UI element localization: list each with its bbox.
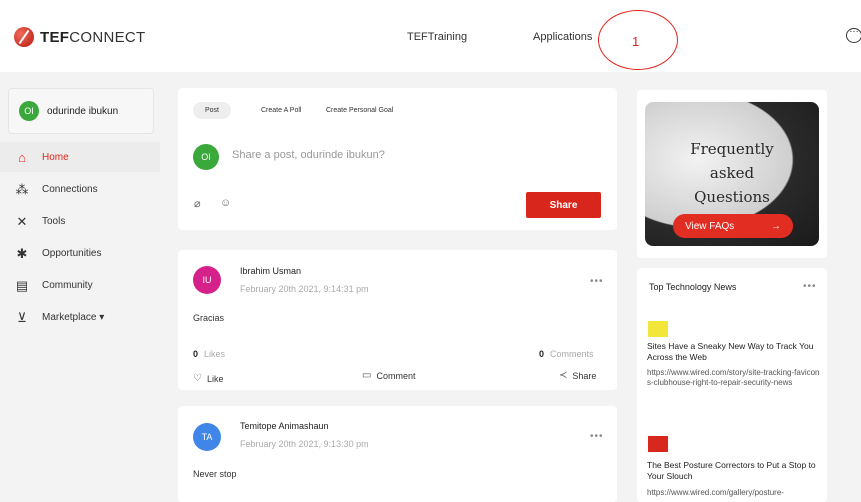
sidebar-item-tools[interactable]: ✕ Tools <box>0 206 160 236</box>
heart-icon: ♡ <box>193 373 202 384</box>
faq-line: Questions <box>694 188 770 206</box>
sidebar-item-home[interactable]: ⌂ Home <box>0 142 160 172</box>
post-author[interactable]: Ibrahim Usman <box>240 266 301 276</box>
chat-icon[interactable] <box>846 24 861 43</box>
tools-icon: ✕ <box>16 213 28 229</box>
tab-create-goal[interactable]: Create Personal Goal <box>326 107 393 114</box>
share-icon: ≺ <box>559 370 568 381</box>
community-icon: ▤ <box>15 277 29 293</box>
news-url[interactable]: https://www.wired.com/gallery/posture- <box>647 488 823 498</box>
logo-text-light: CONNECT <box>69 28 146 46</box>
sidebar-item-community[interactable]: ▤ Community <box>0 270 160 300</box>
user-name: odurinde ibukun <box>47 105 119 117</box>
opportunities-icon: ✱ <box>16 245 28 261</box>
likes-number: 0 <box>193 349 199 359</box>
post-avatar[interactable]: IU <box>193 266 221 294</box>
view-faqs-label: View FAQs <box>685 220 735 232</box>
comment-button[interactable]: ▭ Comment <box>362 370 415 381</box>
composer-avatar: OI <box>193 144 219 170</box>
sidebar-item-label: Marketplace ▾ <box>42 311 105 323</box>
like-label: Like <box>206 373 224 384</box>
likes-label: Likes <box>204 349 226 359</box>
top-bar: TEFCONNECT TEFTraining Applications 1 <box>0 0 861 72</box>
arrow-right-icon: → <box>771 220 781 232</box>
user-avatar: OI <box>19 101 39 121</box>
logo-text-bold: TEF <box>40 28 70 46</box>
faq-line: Frequently <box>690 140 774 158</box>
news-thumbnail[interactable] <box>648 321 668 337</box>
news-thumbnail[interactable] <box>648 436 668 452</box>
share-post-button[interactable]: ≺ Share <box>559 370 596 381</box>
post-timestamp: February 20th 2021, 9:14:31 pm <box>240 284 369 294</box>
tefconnect-logo[interactable]: TEFCONNECT <box>14 27 146 47</box>
annotation-number: 1 <box>632 34 640 49</box>
news-url[interactable]: https://www.wired.com/story/site-trackin… <box>647 368 823 388</box>
share-button[interactable]: Share <box>526 192 601 218</box>
faq-banner-image[interactable]: Frequently asked Questions View FAQs → <box>645 102 819 246</box>
comments-number: 0 <box>539 349 545 359</box>
post-text: Gracias <box>193 313 225 323</box>
comments-count[interactable]: 0 Comments <box>539 349 594 359</box>
sidebar-item-connections[interactable]: ⁂ Connections <box>0 174 160 204</box>
share-post-input[interactable]: Share a post, odurinde ibukun? <box>232 149 385 161</box>
connections-icon: ⁂ <box>15 181 29 197</box>
sidebar-item-label: Community <box>42 279 93 291</box>
tab-post[interactable]: Post <box>193 102 232 119</box>
post-timestamp: February 20th 2021, 9:13:30 pm <box>240 439 369 449</box>
comments-label: Comments <box>550 349 594 359</box>
more-options-icon[interactable]: ••• <box>590 431 604 442</box>
likes-count[interactable]: 0 Likes <box>193 349 225 359</box>
nav-applications[interactable]: Applications <box>533 31 592 43</box>
sidebar-item-marketplace[interactable]: ⊻ Marketplace ▾ <box>0 302 160 332</box>
news-panel-title: Top Technology News <box>649 282 737 292</box>
view-faqs-button[interactable]: View FAQs → <box>673 214 793 238</box>
tab-create-poll[interactable]: Create A Poll <box>261 107 301 114</box>
share-label: Share <box>572 370 597 381</box>
nav-teftraining[interactable]: TEFTraining <box>407 31 467 43</box>
faq-line: asked <box>709 164 755 182</box>
comment-icon: ▭ <box>362 370 372 381</box>
post-avatar[interactable]: TA <box>193 423 221 451</box>
cart-icon: ⊻ <box>17 309 27 325</box>
sidebar-item-label: Connections <box>42 183 98 195</box>
comment-label: Comment <box>376 370 416 381</box>
news-more-icon[interactable]: ••• <box>803 281 817 292</box>
sidebar-item-label: Home <box>42 151 69 163</box>
sidebar-item-opportunities[interactable]: ✱ Opportunities <box>0 238 160 268</box>
more-options-icon[interactable]: ••• <box>590 276 604 287</box>
paperclip-icon[interactable]: ⌀ <box>194 197 201 210</box>
sidebar-item-label: Tools <box>42 215 66 227</box>
post-author[interactable]: Temitope Animashaun <box>240 421 329 431</box>
post-text: Never stop <box>193 469 237 479</box>
logo-mark-icon <box>14 27 34 47</box>
user-profile-card[interactable]: OI odurinde ibukun <box>8 88 154 134</box>
sidebar-item-label: Opportunities <box>42 247 102 259</box>
news-headline[interactable]: Sites Have a Sneaky New Way to Track You… <box>647 341 821 363</box>
emoji-icon[interactable]: ☺ <box>220 197 231 209</box>
news-headline[interactable]: The Best Posture Correctors to Put a Sto… <box>647 460 821 482</box>
home-icon: ⌂ <box>18 149 26 165</box>
like-button[interactable]: ♡ Like <box>193 373 223 384</box>
